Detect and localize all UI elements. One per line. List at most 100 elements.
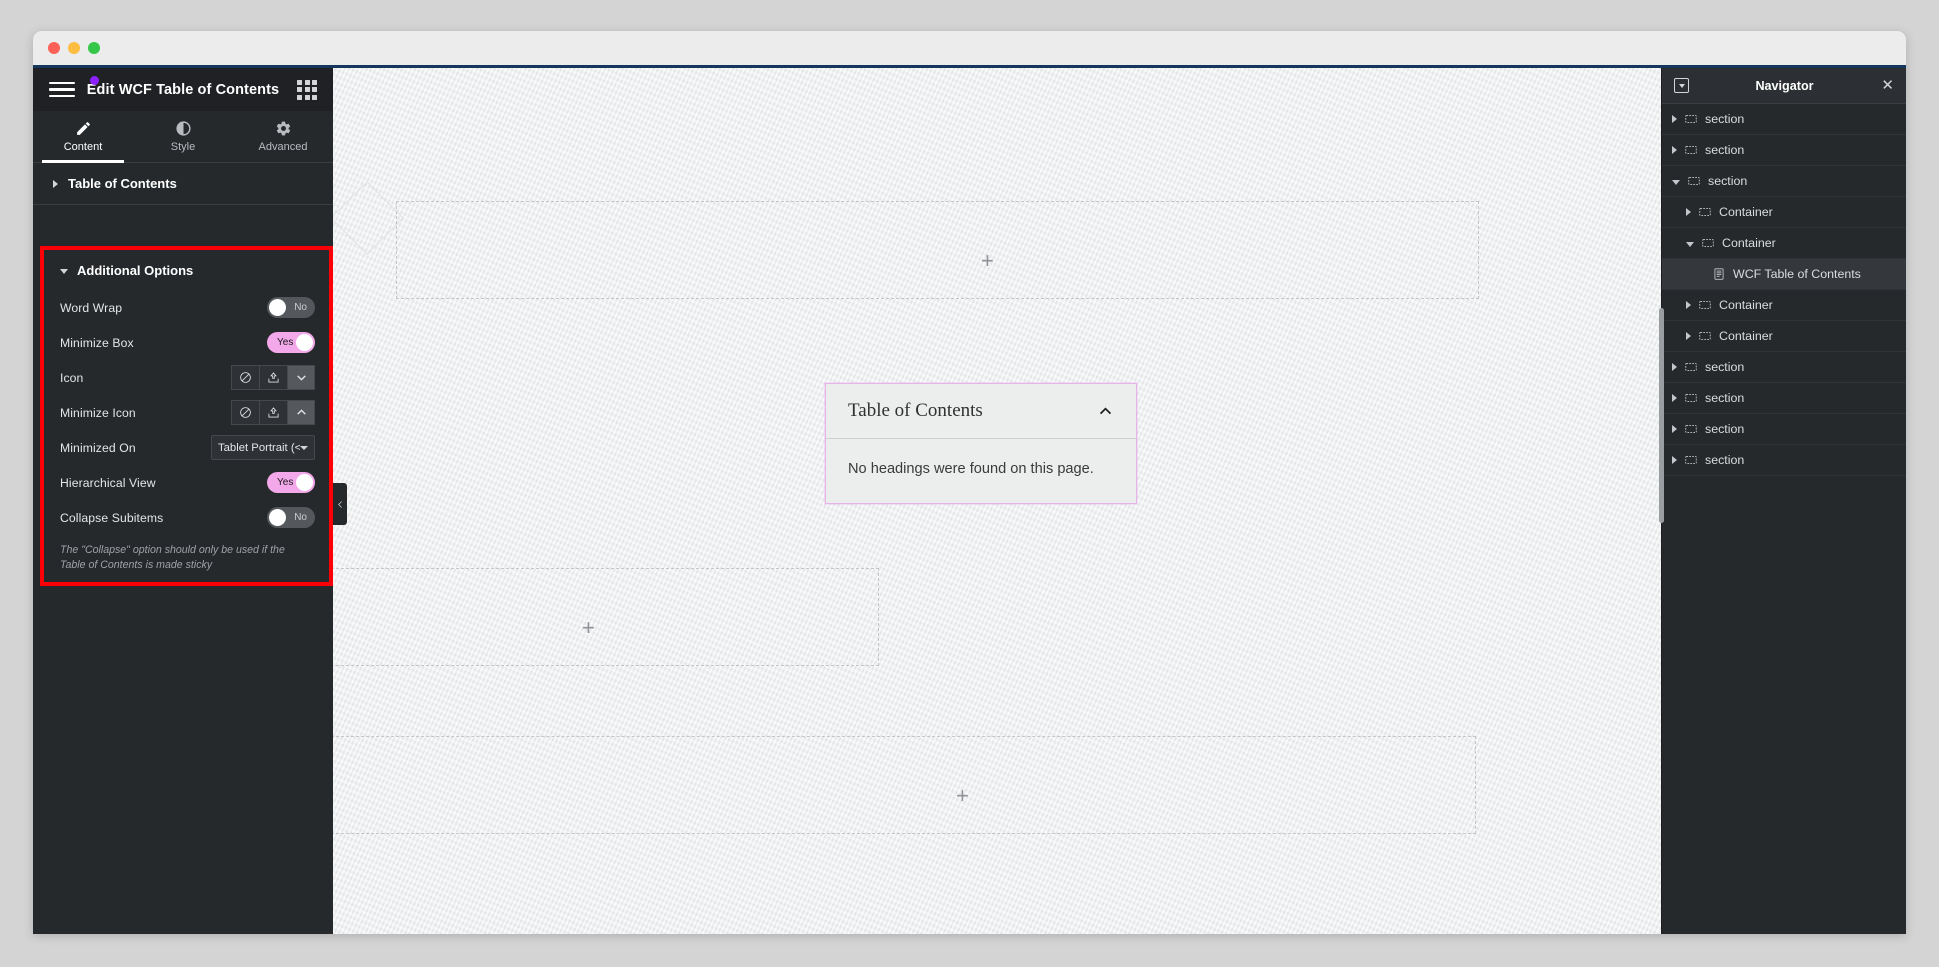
navigator-scrollbar[interactable]: [1659, 308, 1664, 523]
hamburger-icon[interactable]: [49, 80, 75, 100]
minimize-icon-option-upload[interactable]: [259, 400, 287, 425]
collapse-helper-text: The "Collapse" option should only be use…: [60, 544, 285, 572]
control-icon: Icon: [44, 360, 329, 395]
minimize-icon-choice-group: [231, 400, 315, 425]
word-wrap-label: Word Wrap: [60, 300, 123, 315]
navigator-item-label: section: [1705, 391, 1745, 405]
control-word-wrap: Word Wrap No: [44, 290, 329, 325]
section-icon: [1684, 391, 1698, 405]
navigator-item-section[interactable]: section: [1662, 445, 1906, 476]
widget-icon: [1712, 267, 1726, 281]
navigator-panel: Navigator ✕ section section section Contain…: [1659, 68, 1906, 934]
chevron-right-icon[interactable]: [1686, 332, 1691, 340]
icon-option-upload[interactable]: [259, 365, 287, 390]
word-wrap-toggle[interactable]: No: [267, 297, 315, 318]
grid-icon[interactable]: [297, 79, 317, 100]
chevron-down-icon[interactable]: [1686, 241, 1694, 247]
section-icon: [1684, 453, 1698, 467]
container-icon: [1698, 298, 1712, 312]
toc-widget-header[interactable]: Table of Contents: [826, 384, 1136, 439]
navigator-item-section[interactable]: section: [1662, 352, 1906, 383]
chevron-up-icon: [296, 409, 306, 415]
section-table-of-contents[interactable]: Table of Contents: [33, 163, 333, 205]
tab-content[interactable]: Content: [33, 111, 133, 163]
decorative-diamond: [333, 181, 404, 255]
control-minimize-icon: Minimize Icon: [44, 395, 329, 430]
chevron-down-icon[interactable]: [1672, 179, 1680, 185]
collapse-subitems-value: No: [294, 512, 307, 523]
navigator-item-container[interactable]: Container: [1662, 321, 1906, 352]
minimize-box-toggle[interactable]: Yes: [267, 332, 315, 353]
chevron-down-icon: [300, 446, 308, 450]
container-icon: [1698, 205, 1712, 219]
toc-widget-title: Table of Contents: [848, 400, 983, 421]
gear-icon: [276, 121, 290, 136]
chevron-down-icon: [296, 375, 306, 381]
close-icon[interactable]: ✕: [1880, 78, 1894, 93]
chevron-up-icon[interactable]: [1097, 403, 1114, 420]
chevron-right-icon[interactable]: [1672, 456, 1677, 464]
navigator-item-label: Container: [1719, 298, 1773, 312]
navigator-item-section[interactable]: section: [1662, 135, 1906, 166]
collapse-subitems-toggle[interactable]: No: [267, 507, 315, 528]
ban-icon: [240, 372, 251, 383]
section-icon: [1684, 112, 1698, 126]
minimize-icon-option-chevron-up[interactable]: [287, 400, 315, 425]
toc-widget[interactable]: Table of Contents No headings were found…: [825, 383, 1137, 504]
add-section-bottom-button[interactable]: +: [956, 785, 969, 807]
icon-option-chevron-down[interactable]: [287, 365, 315, 390]
tab-style[interactable]: Style: [133, 111, 233, 162]
navigator-item-container[interactable]: Container: [1662, 197, 1906, 228]
tab-advanced-label: Advanced: [258, 141, 308, 153]
navigator-item-label: section: [1705, 112, 1745, 126]
contrast-icon: [175, 121, 191, 136]
chevron-right-icon[interactable]: [1672, 115, 1677, 123]
page-title: Edit WCF Table of Contents: [86, 81, 280, 98]
panel-collapse-handle[interactable]: [333, 483, 347, 525]
ban-icon: [240, 407, 251, 418]
navigator-item-wcf-table-of-contents[interactable]: WCF Table of Contents: [1662, 259, 1906, 290]
add-section-middle-button[interactable]: +: [582, 617, 595, 639]
collapse-subitems-label: Collapse Subitems: [60, 510, 164, 525]
toggle-knob: [296, 474, 313, 491]
chevron-right-icon[interactable]: [1686, 301, 1691, 309]
hierarchical-view-toggle[interactable]: Yes: [267, 472, 315, 493]
minimize-window-button[interactable]: [68, 42, 80, 54]
navigator-item-section[interactable]: section: [1662, 383, 1906, 414]
zoom-window-button[interactable]: [88, 42, 100, 54]
control-minimize-box: Minimize Box Yes: [44, 325, 329, 360]
navigator-item-section[interactable]: section: [1662, 414, 1906, 445]
add-section-top-button[interactable]: +: [981, 250, 994, 272]
navigator-item-label: Container: [1722, 236, 1776, 250]
chevron-right-icon[interactable]: [1672, 146, 1677, 154]
minimized-on-select[interactable]: Tablet Portrait (< 102: [211, 435, 315, 460]
editor-viewport: Edit WCF Table of Contents Content Style: [33, 65, 1906, 934]
navigator-item-label: section: [1705, 143, 1745, 157]
section-additional-options[interactable]: Additional Options: [44, 250, 329, 290]
navigator-item-container[interactable]: Container: [1662, 290, 1906, 321]
screen: Edit WCF Table of Contents Content Style: [0, 0, 1939, 967]
close-window-button[interactable]: [48, 42, 60, 54]
chevron-right-icon[interactable]: [1686, 208, 1691, 216]
hierarchical-view-value: Yes: [277, 477, 294, 488]
panel-header: Edit WCF Table of Contents: [33, 68, 333, 111]
dock-icon[interactable]: [1674, 78, 1689, 93]
chevron-right-icon[interactable]: [1672, 394, 1677, 402]
navigator-list: section section section Container Container W…: [1662, 104, 1906, 476]
chevron-right-icon[interactable]: [1672, 363, 1677, 371]
navigator-item-section[interactable]: section: [1662, 166, 1906, 197]
icon-option-none[interactable]: [231, 365, 259, 390]
upload-icon: [268, 372, 279, 383]
chevron-right-icon[interactable]: [1672, 425, 1677, 433]
navigator-item-section[interactable]: section: [1662, 104, 1906, 135]
tab-advanced[interactable]: Advanced: [233, 111, 333, 162]
navigator-item-container[interactable]: Container: [1662, 228, 1906, 259]
icon-choice-group: [231, 365, 315, 390]
section-additional-options-label: Additional Options: [77, 262, 194, 278]
navigator-item-label: Container: [1719, 329, 1773, 343]
minimized-on-label: Minimized On: [60, 440, 136, 455]
minimize-icon-option-none[interactable]: [231, 400, 259, 425]
section-outline-middle: [333, 568, 879, 666]
container-icon: [1698, 329, 1712, 343]
container-icon: [1701, 236, 1715, 250]
